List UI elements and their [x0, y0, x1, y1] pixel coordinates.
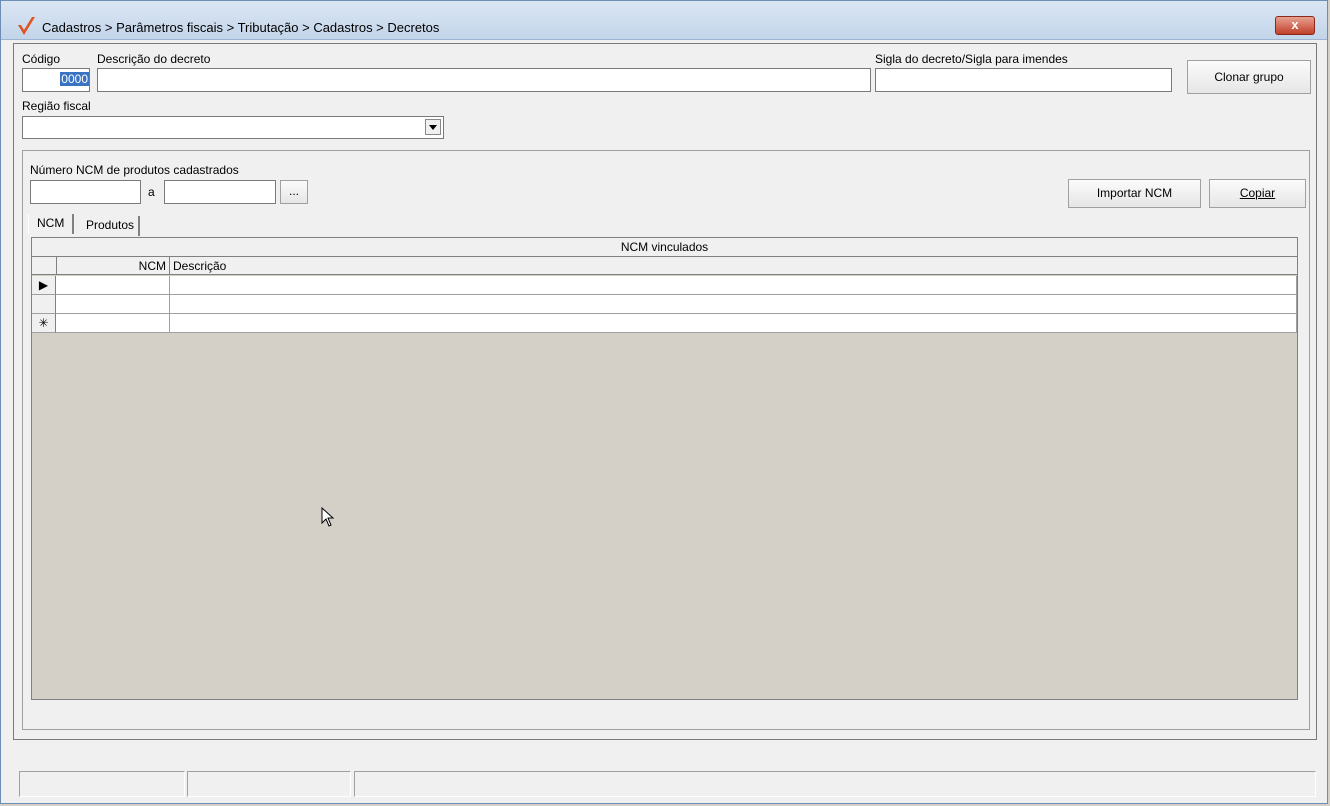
status-pane-3 [354, 771, 1316, 797]
tab-produtos[interactable]: Produtos [82, 216, 141, 236]
mouse-pointer-icon [321, 507, 335, 527]
descricao-label: Descrição do decreto [97, 52, 211, 66]
close-button[interactable]: x [1275, 16, 1315, 35]
importar-ncm-button[interactable]: Importar NCM [1068, 179, 1201, 208]
regiao-fiscal-label: Região fiscal [22, 99, 91, 113]
close-icon: x [1291, 17, 1299, 32]
sigla-input[interactable] [875, 68, 1172, 92]
descricao-input[interactable] [97, 68, 871, 92]
chevron-down-icon[interactable] [425, 119, 441, 135]
ncm-vinculados-grid[interactable]: NCM vinculados NCM Descrição ▶ ✳ [31, 237, 1298, 700]
ncm-lookup-button[interactable]: ... [280, 180, 308, 204]
descricao-cell[interactable] [170, 276, 1297, 295]
column-header-descricao[interactable]: Descrição [170, 257, 1297, 275]
status-pane-2 [187, 771, 351, 797]
ncm-from-input[interactable] [30, 180, 141, 204]
status-bar [13, 771, 1317, 797]
copiar-button[interactable]: Copiar [1209, 179, 1306, 208]
codigo-input[interactable]: 0000 [22, 68, 90, 92]
table-row[interactable] [32, 295, 1297, 314]
status-pane-1 [19, 771, 185, 797]
row-header [32, 295, 56, 314]
ncm-cell[interactable] [56, 295, 170, 314]
grid-corner-header [32, 257, 57, 275]
regiao-fiscal-select[interactable] [22, 116, 444, 139]
codigo-value: 0000 [60, 72, 89, 86]
ncm-filter-label: Número NCM de produtos cadastrados [30, 163, 239, 177]
ncm-range-separator: a [148, 185, 155, 199]
ncm-cell[interactable] [56, 276, 170, 295]
window-title: Cadastros > Parâmetros fiscais > Tributa… [42, 20, 440, 35]
new-row-asterisk-icon: ✳ [32, 314, 56, 333]
column-header-ncm[interactable]: NCM [57, 257, 170, 275]
descricao-cell[interactable] [170, 314, 1297, 333]
title-bar[interactable]: Cadastros > Parâmetros fiscais > Tributa… [1, 1, 1327, 40]
tab-ncm[interactable]: NCM [28, 214, 75, 234]
table-row-new[interactable]: ✳ [32, 314, 1297, 333]
current-row-indicator-icon: ▶ [32, 276, 56, 295]
ncm-cell[interactable] [56, 314, 170, 333]
app-logo-icon [18, 17, 35, 35]
ncm-to-input[interactable] [164, 180, 276, 204]
codigo-label: Código [22, 52, 61, 66]
main-window: Cadastros > Parâmetros fiscais > Tributa… [0, 0, 1328, 804]
sigla-label: Sigla do decreto/Sigla para imendes [875, 52, 1068, 66]
table-row[interactable]: ▶ [32, 276, 1297, 295]
clonar-grupo-button[interactable]: Clonar grupo [1187, 60, 1311, 94]
descricao-cell[interactable] [170, 295, 1297, 314]
grid-title: NCM vinculados [32, 238, 1297, 257]
